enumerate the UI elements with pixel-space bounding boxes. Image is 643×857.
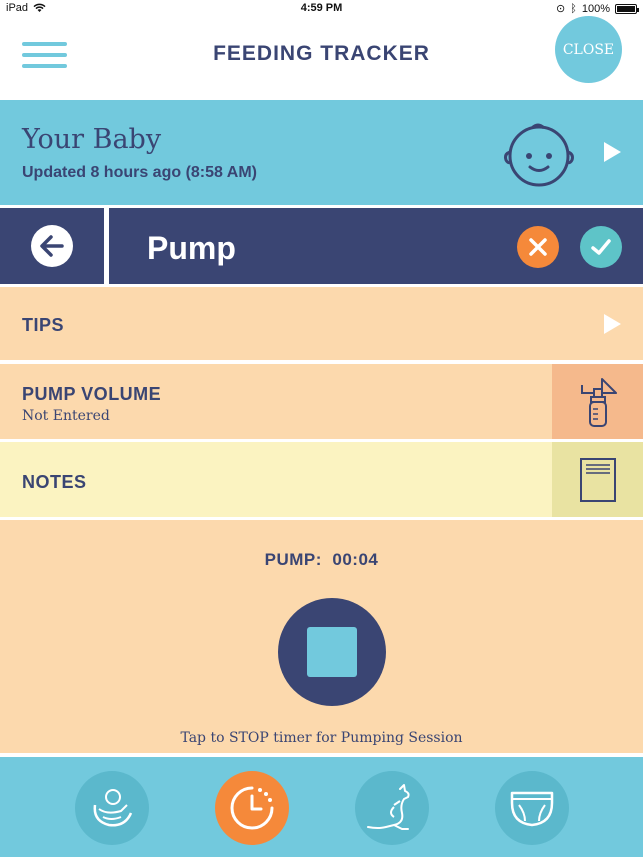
- timer-value: 00:04: [332, 550, 379, 569]
- notes-label: NOTES: [22, 472, 87, 492]
- back-button[interactable]: [0, 208, 104, 284]
- status-bar: iPad 4:59 PM ⊙ ᛒ 100%: [0, 0, 643, 18]
- pump-volume-label: PUMP VOLUME: [22, 384, 162, 404]
- cancel-button[interactable]: [517, 226, 559, 268]
- timer-readout: PUMP: 00:04: [0, 550, 643, 570]
- notes-button[interactable]: [552, 442, 643, 517]
- close-button[interactable]: CLOSE: [555, 16, 622, 83]
- nav-diaper-button[interactable]: [495, 771, 569, 845]
- baby-nursing-icon: [93, 789, 133, 827]
- timer-panel: PUMP: 00:04 Tap to STOP timer for Pumpin…: [0, 520, 643, 753]
- baby-updated-text: Updated 8 hours ago (8:58 AM): [22, 164, 257, 181]
- bluetooth-icon: ᛒ: [570, 2, 577, 15]
- pump-volume-value: Not Entered: [22, 408, 110, 424]
- timer-icon: [230, 786, 274, 830]
- page-title: FEEDING TRACKER: [213, 42, 430, 65]
- timer-hint: Tap to STOP timer for Pumping Session: [180, 730, 463, 746]
- header: FEEDING TRACKER CLOSE: [0, 16, 643, 100]
- nav-nursing-button[interactable]: [75, 771, 149, 845]
- activity-title: Pump: [147, 230, 236, 266]
- notes-row[interactable]: NOTES: [0, 442, 643, 517]
- stop-timer-button[interactable]: [278, 598, 386, 706]
- tips-label: TIPS: [22, 315, 65, 335]
- confirm-button[interactable]: [580, 226, 622, 268]
- back-arrow-icon: [31, 225, 73, 267]
- nav-timer-button[interactable]: [215, 771, 289, 845]
- diaper-icon: [510, 791, 554, 827]
- chevron-right-icon: [604, 142, 621, 162]
- baby-profile-row[interactable]: Your Baby Updated 8 hours ago (8:58 AM): [0, 100, 643, 205]
- activity-bar-divider: [104, 208, 109, 284]
- nav-kangaroo-button[interactable]: [355, 771, 429, 845]
- breast-pump-icon: [580, 377, 617, 427]
- status-time: 4:59 PM: [300, 2, 343, 14]
- pump-volume-row[interactable]: PUMP VOLUME Not Entered: [0, 364, 643, 439]
- bottom-nav: [0, 757, 643, 857]
- tips-row[interactable]: TIPS: [0, 287, 643, 360]
- baby-face-icon: [504, 123, 574, 187]
- kangaroo-icon: [367, 784, 410, 830]
- battery-percent: 100%: [581, 2, 610, 15]
- checkmark-icon: [591, 239, 611, 255]
- battery-icon: [615, 3, 639, 14]
- close-x-icon: [529, 238, 547, 256]
- rotation-lock-icon: ⊙: [556, 3, 566, 15]
- timer-label: PUMP:: [264, 550, 322, 569]
- status-right: ⊙ ᛒ 100%: [556, 2, 639, 15]
- stop-icon: [307, 627, 357, 677]
- activity-bar: Pump: [0, 208, 643, 284]
- notepad-icon: [579, 457, 616, 502]
- baby-name: Your Baby: [22, 124, 162, 155]
- chevron-right-icon: [604, 314, 621, 334]
- pump-volume-button[interactable]: [552, 364, 643, 439]
